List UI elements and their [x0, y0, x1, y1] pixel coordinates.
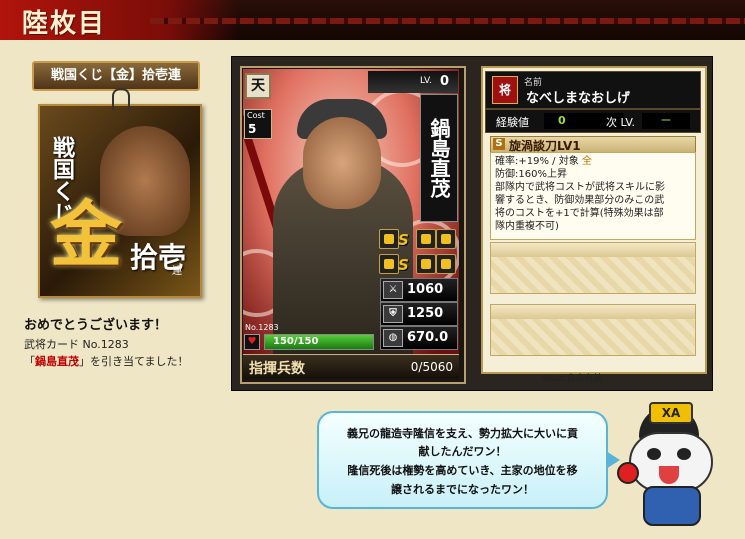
hp-bar: 150/150	[264, 334, 374, 350]
skill-description: 確率:+19% / 対象 全 防御:160%上昇 部隊内で武将コストが武将スキル…	[490, 152, 696, 240]
skill-line: 将のコストを+1で計算(特殊効果は部	[495, 208, 664, 219]
obtained-suffix: 」を引き当てました！	[79, 355, 189, 368]
card-number: No.1283	[245, 323, 279, 332]
skill-line: 部隊内で武将コストが武将スキルに影	[495, 182, 665, 193]
cost-value: 5	[248, 122, 257, 136]
level-value: 0	[440, 74, 450, 89]
bubble-line: 譲されるまでになったワン！	[391, 483, 534, 496]
mascot-ball	[617, 462, 639, 484]
heart-icon: ♥	[244, 334, 260, 350]
skill-line: 響するとき、防御効果部分のみこの武	[495, 195, 665, 206]
cart-icon: ◍	[383, 329, 403, 347]
exp-value-text: 0	[558, 114, 566, 127]
ticket-text-gold: 金	[50, 192, 123, 277]
ticket-string	[112, 88, 130, 110]
next-level-value: ー	[642, 113, 690, 129]
exp-label: 経験値	[496, 116, 529, 129]
hp-gauge: ♥ 150/150	[244, 334, 374, 350]
bubble-line: 献したんだワン！	[418, 445, 507, 458]
command-label: 指揮兵数	[249, 361, 305, 377]
dog-mascot: XA	[615, 402, 725, 532]
command-value: 0/5060	[410, 360, 453, 374]
defense-stat: ⛨ 1250	[380, 302, 458, 326]
header-stripe	[150, 18, 745, 24]
mascot-eye	[677, 448, 691, 460]
spear-icon: ⚔	[383, 281, 403, 299]
page-title: 陸枚目	[22, 9, 107, 39]
obtained-prefix: 「	[24, 355, 35, 368]
intelligence-stat: ◍ 670.0	[380, 326, 458, 350]
general-badge: 将	[492, 76, 518, 104]
horse-aptitude-icon	[416, 229, 436, 249]
bubble-line: 義兄の龍造寺隆信を支え、勢力拡大に大いに貢	[347, 427, 578, 440]
bow-aptitude-icon	[436, 229, 456, 249]
obtained-general-name: 鍋島直茂	[35, 355, 79, 368]
cost-label: Cost	[247, 111, 265, 120]
empty-skill-slot	[490, 304, 696, 356]
obtained-text: 「鍋島直茂」を引き当てました！	[24, 353, 188, 369]
skill-rank-badge: S	[493, 138, 505, 150]
skill-target-text: 全	[581, 156, 592, 167]
attack-stat: ⚔ 1060	[380, 278, 458, 302]
lottery-ticket-image: 戦国くじ 金 拾壱 連	[38, 88, 202, 298]
card-number-text: 武将カード No.1283	[24, 338, 129, 351]
rarity-badge: 天	[245, 73, 271, 99]
skill-line: 隊内重複不可)	[495, 221, 559, 232]
level-label: LV.	[420, 76, 432, 86]
mascot-crest: XA	[649, 402, 693, 424]
command-bar: 指揮兵数 0/5060	[243, 354, 459, 379]
experience-row: 経験値 0 次 LV. ー	[485, 109, 701, 133]
illustrator-credit: illust:直良有祐	[542, 374, 603, 384]
skill-line: 防御:160%上昇	[495, 169, 567, 180]
aptitude-rank: S	[398, 231, 409, 249]
ticket-text-ren: 連	[172, 266, 182, 277]
hp-text: 150/150	[273, 336, 319, 347]
cost-box: Cost 5	[244, 109, 272, 139]
defense-value: 1250	[407, 306, 444, 321]
name-reading: なべしまなおしげ	[526, 91, 631, 106]
bubble-line: 隆信死後は権勢を高めていき、主家の地位を移	[347, 464, 578, 477]
empty-skill-slot	[490, 242, 696, 294]
slot-cap	[491, 243, 695, 257]
congrats-text: おめでとうございます！	[24, 318, 168, 333]
mascot-body	[643, 486, 701, 526]
skill-rate-text: 確率:+19% / 対象	[495, 156, 582, 167]
name-row: 将 名前 なべしまなおしげ	[485, 71, 701, 109]
level-box: LV. 0	[368, 71, 458, 93]
lottery-name-button[interactable]: 戦国くじ【金】拾壱連	[32, 61, 200, 91]
mascot-eye	[647, 448, 661, 460]
archer-aptitude-icon	[379, 254, 399, 274]
speech-bubble: 義兄の龍造寺隆信を支え、勢力拡大に大いに貢 献したんだワン！ 隆信死後は権勢を高…	[317, 411, 620, 509]
general-name-plate: 鍋島直茂	[420, 94, 458, 222]
attack-value: 1060	[407, 282, 444, 297]
weapon-aptitude-icon	[416, 254, 436, 274]
art-warrior-head	[303, 117, 381, 209]
skill-line: 確率:+19% / 対象 全	[495, 156, 592, 168]
siege-aptitude-icon	[436, 254, 456, 274]
spear-aptitude-icon	[379, 229, 399, 249]
page-header	[0, 0, 745, 40]
slot-cap	[491, 305, 695, 319]
helmet-icon: ⛨	[383, 305, 403, 323]
intelligence-value: 670.0	[407, 330, 449, 345]
aptitude-rank: S	[398, 256, 409, 274]
next-level-label: 次 LV.	[606, 116, 636, 129]
